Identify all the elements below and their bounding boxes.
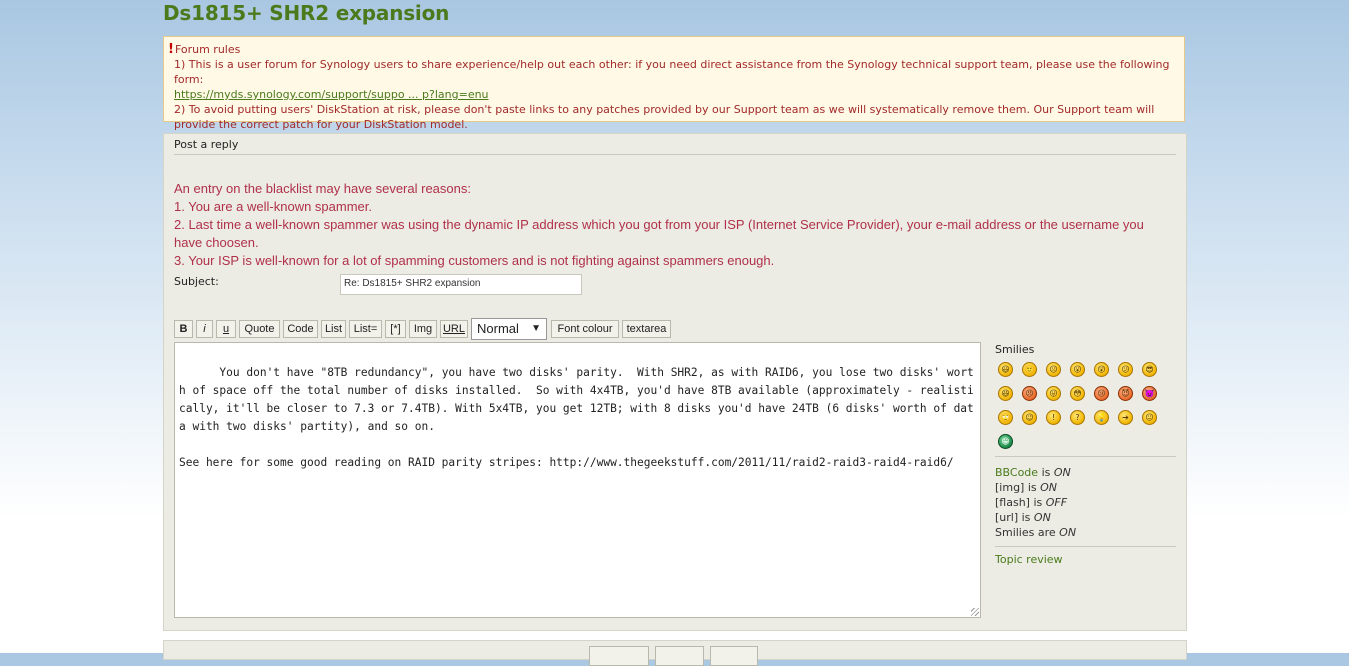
cool-smiley-icon[interactable]: 😎 <box>1142 362 1157 377</box>
font-colour-button[interactable]: Font colour <box>551 320 619 338</box>
divider <box>995 456 1176 457</box>
laughing-smiley-icon[interactable]: 😆 <box>998 386 1013 401</box>
flash-option-label: [flash] is <box>995 496 1043 509</box>
editor-sidebar: Smilies 😃 🙂 ☹ 😮 😲 😕 😎 😆 😠 😛 😳 😢 😈 👿 🙄 😉!? 💡 ➔ 😐 😁 BBCode is… <box>995 342 1176 566</box>
list-button[interactable]: List <box>321 320 346 338</box>
arrow-smiley-icon[interactable]: ➔ <box>1118 410 1133 425</box>
list-item-button[interactable]: [*] <box>385 320 406 338</box>
url-button[interactable]: URL <box>440 320 468 338</box>
mad-smiley-icon[interactable]: 😠 <box>1022 386 1037 401</box>
blacklist-line: 2. Last time a well-known spammer was us… <box>174 217 1144 250</box>
font-size-select[interactable]: Normal ▼ <box>471 318 547 340</box>
font-size-value: Normal <box>477 321 519 336</box>
surprised-smiley-icon[interactable]: 😮 <box>1070 362 1085 377</box>
twisted-evil-smiley-icon[interactable]: 👿 <box>1142 386 1157 401</box>
message-text: You don't have "8TB redundancy", you hav… <box>179 366 974 469</box>
save-draft-button[interactable] <box>710 646 758 666</box>
green-grin-smiley-icon[interactable]: 😁 <box>998 434 1013 449</box>
underline-button[interactable]: u <box>216 320 236 338</box>
topic-review-link[interactable]: Topic review <box>995 553 1063 566</box>
bold-button[interactable]: B <box>174 320 193 338</box>
blacklist-message: An entry on the blacklist may have sever… <box>174 180 1174 270</box>
is-word: is <box>1041 466 1051 479</box>
dropdown-arrow-icon: ▼ <box>531 323 541 334</box>
neutral-smiley-icon[interactable]: 😐 <box>1142 410 1157 425</box>
question-smiley-icon[interactable]: ? <box>1070 410 1085 425</box>
subject-label: Subject: <box>174 275 219 288</box>
flash-state: OFF <box>1045 496 1068 509</box>
message-textarea[interactable]: You don't have "8TB redundancy", you hav… <box>174 342 981 618</box>
blacklist-line: An entry on the blacklist may have sever… <box>174 181 471 196</box>
ordered-list-button[interactable]: List= <box>349 320 382 338</box>
confused-smiley-icon[interactable]: 😕 <box>1118 362 1133 377</box>
exclaim-smiley-icon[interactable]: ! <box>1046 410 1061 425</box>
very-happy-smiley-icon[interactable]: 😃 <box>998 362 1013 377</box>
textarea-button[interactable]: textarea <box>622 320 671 338</box>
submit-button[interactable] <box>655 646 704 666</box>
url-option-label: [url] is <box>995 511 1031 524</box>
crying-smiley-icon[interactable]: 😢 <box>1094 386 1109 401</box>
forum-rules-box: !Forum rules 1) This is a user forum for… <box>163 36 1185 131</box>
smilies-panel: 😃 🙂 ☹ 😮 😲 😕 😎 😆 😠 😛 😳 😢 😈 👿 🙄 😉!? 💡 ➔ 😐 😁 <box>995 360 1176 456</box>
page-title: Ds1815+ SHR2 expansion <box>163 1 450 25</box>
posting-options: BBCode is ON [img] is ON [flash] is OFF … <box>995 465 1176 540</box>
wink-smiley-icon[interactable]: 😉 <box>1022 410 1037 425</box>
img-button[interactable]: Img <box>409 320 437 338</box>
sad-smiley-icon[interactable]: ☹ <box>1046 362 1061 377</box>
bbcode-link[interactable]: BBCode <box>995 466 1038 479</box>
razz-smiley-icon[interactable]: 😛 <box>1046 386 1061 401</box>
img-state: ON <box>1040 481 1058 494</box>
forum-rules-line-2: 2) To avoid putting users' DiskStation a… <box>174 103 1155 131</box>
bbcode-state: ON <box>1053 466 1071 479</box>
rolling-eyes-smiley-icon[interactable]: 🙄 <box>998 410 1013 425</box>
italic-button[interactable]: i <box>196 320 213 338</box>
post-reply-heading: Post a reply <box>174 138 1176 155</box>
forum-rules-title: Forum rules <box>174 43 241 56</box>
eek-smiley-icon[interactable]: 😲 <box>1094 362 1109 377</box>
code-button[interactable]: Code <box>283 320 318 338</box>
forum-rules-line-1: 1) This is a user forum for Synology use… <box>174 58 1170 86</box>
subject-input[interactable]: Re: Ds1815+ SHR2 expansion <box>340 274 582 295</box>
embarrassed-smiley-icon[interactable]: 😳 <box>1070 386 1085 401</box>
smile-smiley-icon[interactable]: 🙂 <box>1022 362 1037 377</box>
blacklist-line: 1. You are a well-known spammer. <box>174 199 372 214</box>
resize-grip-icon[interactable] <box>971 608 979 616</box>
smilies-option-label: Smilies are <box>995 526 1056 539</box>
img-option-label: [img] is <box>995 481 1037 494</box>
smilies-state: ON <box>1059 526 1077 539</box>
warning-icon: ! <box>168 42 174 57</box>
idea-smiley-icon[interactable]: 💡 <box>1094 410 1109 425</box>
forum-rules-heading: !Forum rules <box>168 42 1174 57</box>
blacklist-line: 3. Your ISP is well-known for a lot of s… <box>174 253 775 268</box>
quote-button[interactable]: Quote <box>239 320 280 338</box>
submit-buttons-panel <box>163 640 1187 666</box>
post-reply-panel: Post a reply An entry on the blacklist m… <box>163 133 1187 631</box>
smilies-title: Smilies <box>995 343 1035 356</box>
url-state: ON <box>1033 511 1051 524</box>
support-form-link[interactable]: https://myds.synology.com/support/suppo … <box>174 88 489 101</box>
preview-button[interactable] <box>589 646 649 666</box>
divider <box>995 546 1176 547</box>
evil-smiley-icon[interactable]: 😈 <box>1118 386 1133 401</box>
